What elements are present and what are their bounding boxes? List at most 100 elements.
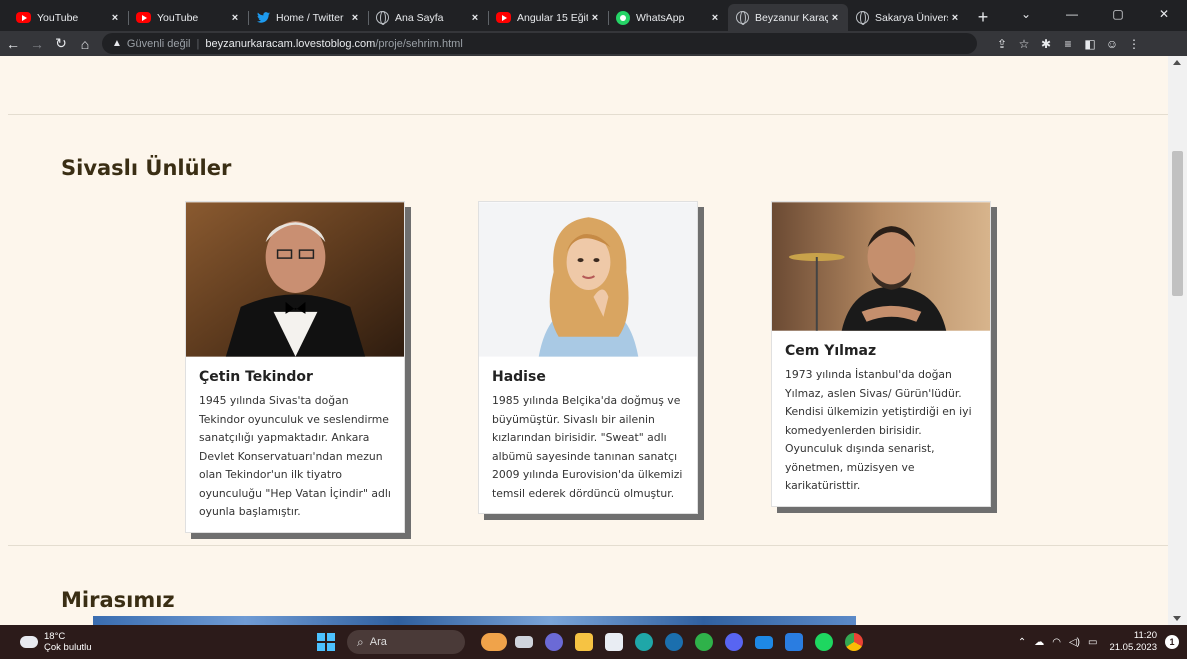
forward-button[interactable]: → (26, 36, 48, 52)
card-title: Çetin Tekindor (199, 369, 313, 385)
extensions-icon[interactable]: ✱ (1035, 37, 1057, 51)
discord-icon[interactable] (719, 627, 749, 657)
section-title: Mirasımız (61, 588, 175, 612)
divider: | (196, 37, 200, 50)
system-tray: ⌃ ☁ ◠ ◁) ▭ 11:20 21.05.2023 1 (1018, 630, 1179, 654)
tab-title: YouTube (37, 11, 79, 24)
weather-text: 18°C Çok bulutlu (44, 631, 92, 653)
weather-widget[interactable]: 18°C Çok bulutlu (16, 631, 280, 653)
windows-start-icon[interactable] (317, 633, 335, 651)
section-title: Sivaslı Ünlüler (61, 156, 232, 180)
window-controls: ⌄ — ▢ ✕ (1003, 0, 1187, 28)
file-explorer-icon[interactable] (569, 627, 599, 657)
home-button[interactable]: ⌂ (74, 36, 96, 52)
new-tab-button[interactable]: + (968, 4, 998, 31)
globe-icon (736, 11, 749, 25)
side-panel-icon[interactable]: ◧ (1079, 37, 1101, 51)
edge-icon[interactable] (629, 627, 659, 657)
scroll-up-arrow-icon[interactable] (1173, 60, 1181, 65)
chevron-up-icon[interactable]: ⌃ (1018, 637, 1026, 648)
bookmark-star-icon[interactable]: ☆ (1013, 37, 1035, 51)
tab-beyzanur[interactable]: Beyzanur Karaçam × (728, 4, 848, 31)
tab-youtube-1[interactable]: YouTube × (8, 4, 128, 31)
task-view-icon[interactable] (509, 627, 539, 657)
os-taskbar: 18°C Çok bulutlu ⌕ Ara ⌃ ☁ ◠ ◁) ▭ 11:20 … (0, 625, 1187, 659)
tab-title: Beyzanur Karaçam (755, 11, 828, 24)
widgets-icon[interactable] (479, 627, 509, 657)
close-icon[interactable]: × (828, 12, 842, 24)
search-placeholder: Ara (369, 636, 387, 648)
spotify-icon[interactable] (809, 627, 839, 657)
date: 21.05.2023 (1109, 642, 1157, 653)
card-text: 1945 yılında Sivas'ta doğan Tekindor oyu… (199, 394, 391, 518)
tab-strip: YouTube × YouTube × Home / Twitter × Ana… (0, 0, 1187, 31)
youtube-icon (136, 12, 151, 23)
teams-chat-icon[interactable] (539, 627, 569, 657)
volume-icon[interactable]: ◁) (1069, 637, 1080, 648)
scroll-down-arrow-icon[interactable] (1173, 616, 1181, 621)
section-divider (8, 545, 1168, 546)
notification-badge[interactable]: 1 (1165, 635, 1179, 649)
celebrity-photo (186, 202, 404, 357)
clock[interactable]: 11:20 21.05.2023 (1109, 630, 1157, 654)
menu-kebab-icon[interactable]: ⋮ (1123, 37, 1145, 51)
close-icon[interactable]: × (228, 12, 242, 24)
tab-title: Angular 15 Eğitim (517, 11, 588, 24)
xbox-icon[interactable] (689, 627, 719, 657)
celebrity-card: Cem Yılmaz 1973 yılında İstanbul'da doğa… (771, 201, 991, 507)
scrollbar-thumb[interactable] (1172, 151, 1183, 296)
time: 11:20 (1133, 630, 1157, 641)
steam-icon[interactable] (659, 627, 689, 657)
warning-icon[interactable]: ▲ (112, 38, 122, 49)
profile-avatar-icon[interactable]: ☺ (1101, 37, 1123, 51)
taskbar-search[interactable]: ⌕ Ara (347, 630, 465, 654)
temperature: 18°C (44, 631, 66, 642)
card-title: Cem Yılmaz (785, 343, 877, 359)
chrome-icon[interactable] (839, 627, 869, 657)
close-icon[interactable]: × (108, 12, 122, 24)
celebrity-photo (772, 202, 990, 331)
close-icon[interactable]: × (348, 12, 362, 24)
tab-ana-sayfa[interactable]: Ana Sayfa × (368, 4, 488, 31)
tab-title: Sakarya Üniversite (875, 11, 948, 24)
reading-list-icon[interactable]: ≡ (1057, 37, 1079, 51)
close-icon[interactable]: × (948, 12, 962, 24)
mail-icon[interactable] (749, 627, 779, 657)
close-icon[interactable]: × (708, 12, 722, 24)
address-bar[interactable]: ▲ Güvenli değil | beyzanurkaracam.lovest… (102, 33, 977, 54)
wifi-icon[interactable]: ◠ (1052, 637, 1061, 648)
toolbar-icons: ⇪ ☆ ✱ ≡ ◧ ☺ ⋮ (991, 37, 1145, 51)
reload-button[interactable]: ↻ (50, 35, 72, 52)
tab-title: Ana Sayfa (395, 11, 444, 24)
back-button[interactable]: ← (2, 36, 24, 52)
card-title: Hadise (492, 369, 546, 385)
browser-toolbar: ← → ↻ ⌂ ▲ Güvenli değil | beyzanurkaraca… (0, 31, 1187, 56)
tray-app-icon[interactable]: ☁ (1034, 637, 1044, 648)
twitter-icon (256, 11, 270, 25)
card-body: Cem Yılmaz 1973 yılında İstanbul'da doğa… (772, 331, 990, 506)
tab-whatsapp[interactable]: WhatsApp × (608, 4, 728, 31)
celebrity-card: Çetin Tekindor 1945 yılında Sivas'ta doğ… (185, 201, 405, 533)
card-text: 1985 yılında Belçika'da doğmuş ve büyümü… (492, 394, 683, 500)
battery-icon[interactable]: ▭ (1088, 637, 1097, 648)
tab-youtube-2[interactable]: YouTube × (128, 4, 248, 31)
tab-sakarya[interactable]: Sakarya Üniversite × (848, 4, 968, 31)
tab-search-dropdown-icon[interactable]: ⌄ (1003, 7, 1049, 21)
close-icon[interactable]: × (468, 12, 482, 24)
celebrity-card: Hadise 1985 yılında Belçika'da doğmuş ve… (478, 201, 698, 514)
store-icon[interactable] (599, 627, 629, 657)
close-window-button[interactable]: ✕ (1141, 7, 1187, 21)
card-body: Çetin Tekindor 1945 yılında Sivas'ta doğ… (186, 357, 404, 532)
search-icon: ⌕ (357, 634, 364, 649)
share-icon[interactable]: ⇪ (991, 37, 1013, 51)
tab-title: WhatsApp (636, 11, 685, 24)
card-body: Hadise 1985 yılında Belçika'da doğmuş ve… (479, 357, 697, 513)
minimize-button[interactable]: — (1049, 7, 1095, 21)
restore-button[interactable]: ▢ (1095, 7, 1141, 21)
page-scrollbar[interactable] (1168, 56, 1187, 625)
tab-angular[interactable]: Angular 15 Eğitim × (488, 4, 608, 31)
close-icon[interactable]: × (588, 12, 602, 24)
tab-twitter[interactable]: Home / Twitter × (248, 4, 368, 31)
launcher-icon[interactable] (779, 627, 809, 657)
whatsapp-icon (616, 10, 630, 25)
